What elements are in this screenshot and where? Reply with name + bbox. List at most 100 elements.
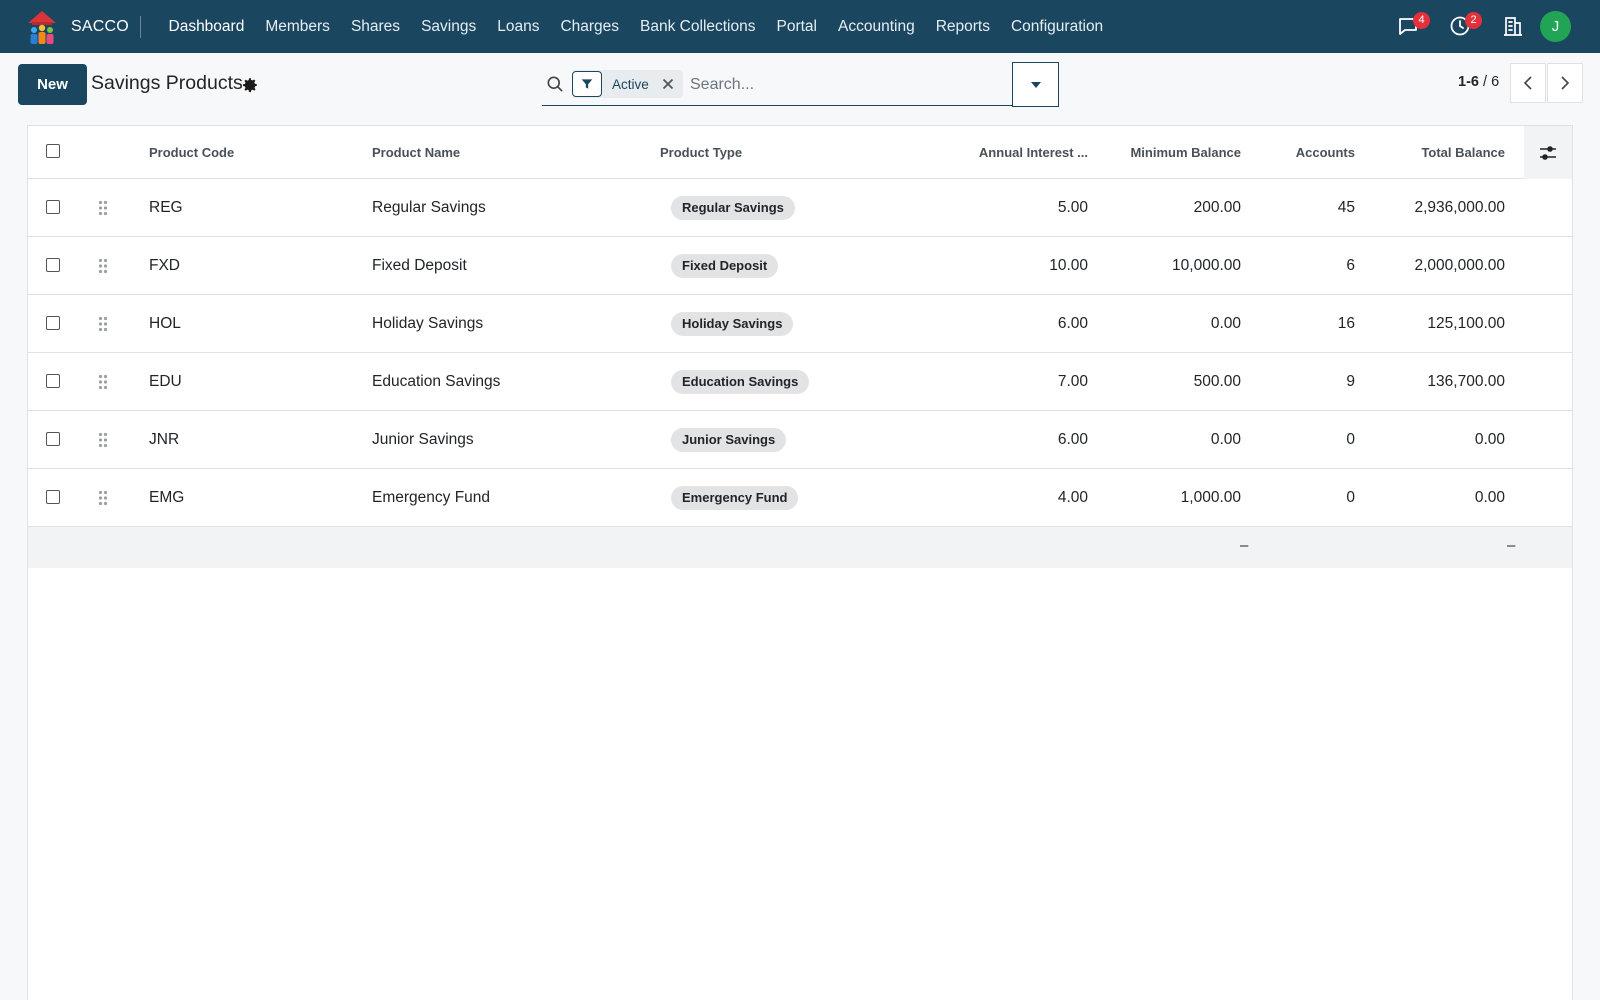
cell-product-name: Education Savings (372, 373, 501, 390)
cell-annual-interest: 10.00 (1049, 257, 1088, 274)
row-checkbox[interactable] (46, 432, 60, 446)
messages-badge: 4 (1413, 12, 1430, 29)
search-facet-active: Active (572, 70, 683, 98)
drag-handle-icon[interactable] (98, 200, 108, 216)
table-row[interactable]: EMG Emergency Fund Emergency Fund 4.00 1,000… (28, 469, 1572, 527)
sacco-logo-icon[interactable] (24, 9, 60, 45)
menu-portal[interactable]: Portal (766, 0, 828, 53)
search-input[interactable] (690, 71, 1010, 99)
cell-total-balance: 0.00 (1474, 489, 1505, 506)
cell-total-balance: 136,700.00 (1427, 373, 1505, 390)
table-row[interactable]: FXD Fixed Deposit Fixed Deposit 10.00 10,000… (28, 237, 1572, 295)
cell-product-name: Holiday Savings (372, 315, 484, 332)
pager-separator: / (1483, 74, 1488, 90)
cell-annual-interest: 6.00 (1057, 431, 1088, 448)
menu-bank-collections[interactable]: Bank Collections (630, 0, 766, 53)
menu-members[interactable]: Members (255, 0, 341, 53)
brand-name[interactable]: SACCO (71, 0, 129, 53)
menu-loans[interactable]: Loans (487, 0, 550, 53)
cell-total-balance: 2,936,000.00 (1414, 199, 1505, 216)
cell-product-code: JNR (149, 431, 180, 448)
cell-minimum-balance: 200.00 (1193, 199, 1241, 216)
header-accounts[interactable]: Accounts (1241, 126, 1355, 179)
row-options-cell (1524, 469, 1572, 526)
product-type-badge: Regular Savings (671, 196, 795, 220)
menu-configuration[interactable]: Configuration (1000, 0, 1113, 53)
table-header: Product Code Product Name Product Type A… (28, 126, 1572, 179)
cell-minimum-balance: 500.00 (1193, 373, 1241, 390)
cell-annual-interest: 5.00 (1057, 199, 1088, 216)
facet-label: Active (612, 76, 649, 92)
row-checkbox[interactable] (46, 200, 60, 214)
new-button[interactable]: New (18, 64, 87, 105)
cell-minimum-balance: 1,000.00 (1180, 489, 1241, 506)
product-type-badge: Junior Savings (671, 428, 787, 452)
cell-accounts: 16 (1337, 315, 1355, 332)
cell-product-name: Emergency Fund (372, 489, 491, 506)
table-row[interactable]: EDU Education Savings Education Savings 7.0… (28, 353, 1572, 411)
drag-handle-icon[interactable] (98, 316, 108, 332)
row-options-cell (1524, 411, 1572, 468)
drag-handle-icon[interactable] (98, 374, 108, 390)
header-annual-interest[interactable]: Annual Interest ... (928, 126, 1088, 179)
row-checkbox[interactable] (46, 316, 60, 330)
cell-total-balance: 125,100.00 (1427, 315, 1505, 332)
cell-product-name: Regular Savings (372, 199, 486, 216)
cell-total-balance: 0.00 (1474, 431, 1505, 448)
header-minimum-balance[interactable]: Minimum Balance (1088, 126, 1241, 179)
menu-shares[interactable]: Shares (340, 0, 410, 53)
chevron-left-icon (1523, 76, 1532, 90)
sliders-icon (1540, 145, 1556, 160)
table-footer: – – (28, 527, 1572, 568)
table-row[interactable]: REG Regular Savings Regular Savings 5.00 200… (28, 179, 1572, 237)
building-icon[interactable] (1501, 14, 1525, 38)
product-type-badge: Holiday Savings (671, 312, 794, 336)
header-product-type[interactable]: Product Type (660, 126, 742, 179)
footer-balance-total: – (1507, 537, 1516, 554)
table-row[interactable]: JNR Junior Savings Junior Savings 6.00 0.00 0… (28, 411, 1572, 469)
menu-dashboard[interactable]: Dashboard (158, 0, 255, 53)
activities-badge: 2 (1465, 12, 1482, 29)
user-avatar[interactable]: J (1540, 11, 1571, 42)
row-checkbox[interactable] (46, 258, 60, 272)
cell-accounts: 0 (1346, 489, 1355, 506)
gear-icon[interactable] (241, 76, 259, 94)
cell-annual-interest: 4.00 (1057, 489, 1088, 506)
cell-total-balance: 2,000,000.00 (1414, 257, 1505, 274)
search-options-toggle[interactable] (1012, 62, 1059, 107)
pager-previous-button[interactable] (1510, 63, 1546, 103)
cell-product-code: REG (149, 199, 183, 216)
cell-product-code: FXD (149, 257, 180, 274)
brand-divider (140, 16, 141, 38)
chevron-right-icon (1561, 76, 1570, 90)
drag-handle-icon[interactable] (98, 432, 108, 448)
row-checkbox[interactable] (46, 374, 60, 388)
drag-handle-icon[interactable] (98, 490, 108, 506)
footer-accounts-total: – (1240, 537, 1249, 554)
header-total-balance[interactable]: Total Balance (1355, 126, 1505, 179)
row-checkbox[interactable] (46, 490, 60, 504)
menu-reports[interactable]: Reports (925, 0, 1000, 53)
cell-minimum-balance: 0.00 (1210, 315, 1241, 332)
header-product-name[interactable]: Product Name (372, 126, 460, 179)
product-type-badge: Fixed Deposit (671, 254, 779, 278)
menu-charges[interactable]: Charges (550, 0, 630, 53)
column-options-button[interactable] (1524, 126, 1572, 179)
drag-handle-icon[interactable] (98, 258, 108, 274)
menu-accounting[interactable]: Accounting (828, 0, 926, 53)
top-navbar: SACCO Dashboard Members Shares Savings L… (0, 0, 1600, 53)
cell-product-code: EMG (149, 489, 185, 506)
row-options-cell (1524, 353, 1572, 410)
caret-down-icon (1030, 81, 1041, 88)
table-row[interactable]: HOL Holiday Savings Holiday Savings 6.00 0.0… (28, 295, 1572, 353)
cell-minimum-balance: 10,000.00 (1172, 257, 1241, 274)
pager-value[interactable]: 1-6 / 6 (1458, 74, 1499, 90)
pager-next-button[interactable] (1547, 63, 1583, 103)
product-type-badge: Education Savings (671, 370, 810, 394)
menu-savings[interactable]: Savings (411, 0, 487, 53)
close-icon[interactable] (659, 75, 677, 93)
pager-range: 1-6 (1458, 74, 1479, 90)
header-product-code[interactable]: Product Code (149, 126, 234, 179)
search-bar: Active (542, 63, 1058, 106)
select-all-checkbox[interactable] (46, 144, 60, 158)
